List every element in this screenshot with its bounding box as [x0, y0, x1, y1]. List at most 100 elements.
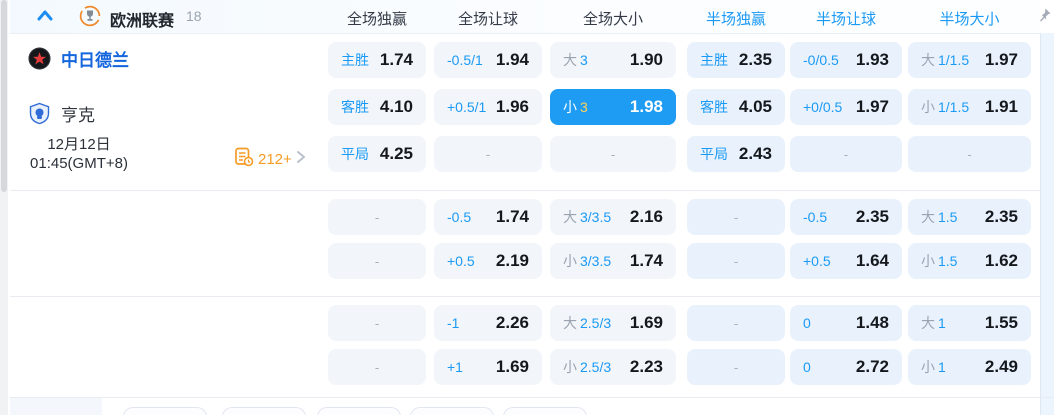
odds-cell-ft-1x2[interactable]: 客胜 4.10: [328, 89, 426, 125]
column-header-ft-1x2: 全场独赢: [346, 11, 407, 28]
empty-odds: -: [967, 146, 972, 162]
odds-cell-ft-handicap[interactable]: -0.5 1.74: [434, 199, 542, 235]
odds-label: 0: [803, 315, 811, 331]
over-under-prefix: 小: [921, 359, 935, 375]
odds-value: 2.35: [738, 50, 772, 69]
odds-label: 客胜: [341, 97, 369, 117]
away-team-name: 亨克: [61, 106, 95, 125]
odds-cell-ft-1x2: -: [328, 243, 426, 279]
odds-cell-ht-ou[interactable]: 大 1/1.5 1.97: [908, 42, 1031, 78]
odds-cell-ht-handicap[interactable]: -0.5 2.35: [790, 199, 902, 235]
odds-cell-ft-handicap[interactable]: +1 1.69: [434, 349, 542, 385]
odds-value: 2.19: [495, 251, 529, 270]
away-team-row[interactable]: 亨克: [28, 101, 95, 126]
odds-value: 4.25: [379, 144, 413, 163]
divider: [10, 296, 1040, 297]
odds-cell-ht-ou[interactable]: 大 1 1.55: [908, 305, 1031, 341]
odds-line: +0/0.5: [803, 99, 843, 115]
odds-line: 3: [580, 99, 588, 115]
odds-cell-ft-handicap[interactable]: +0.5 2.19: [434, 243, 542, 279]
chevron-right-icon: [296, 150, 306, 169]
home-team-badge-icon: [28, 47, 51, 70]
odds-line: 平局: [341, 146, 369, 162]
odds-line: 0: [803, 315, 811, 331]
home-team-row[interactable]: 中日德兰: [28, 46, 129, 71]
partial-chip[interactable]: [503, 407, 587, 415]
partial-chip[interactable]: [317, 407, 401, 415]
over-under-prefix: 小: [921, 253, 935, 269]
odds-cell-ht-1x2: -: [687, 305, 785, 341]
odds-cell-ht-handicap[interactable]: +0/0.5 1.97: [790, 89, 902, 125]
partial-chip[interactable]: [123, 407, 207, 415]
odds-line: -0.5: [447, 209, 472, 225]
chevron-up-icon[interactable]: [36, 8, 54, 24]
odds-cell-ft-ou[interactable]: 小 3 1.98: [550, 89, 676, 125]
odds-cell-ht-ou[interactable]: 小 1 2.49: [908, 349, 1031, 385]
odds-cell-ft-1x2[interactable]: 平局 4.25: [328, 136, 426, 172]
odds-cell-ht-handicap[interactable]: 0 1.48: [790, 305, 902, 341]
odds-value: 1.97: [855, 97, 889, 116]
odds-line: 2.5/3: [580, 359, 612, 375]
partial-chip[interactable]: [222, 407, 306, 415]
more-markets-count: 212+: [258, 151, 292, 168]
empty-odds: -: [374, 315, 380, 331]
away-team-badge-icon: [28, 102, 51, 125]
divider: [10, 190, 1040, 191]
odds-cell-ht-ou[interactable]: 小 1.5 1.62: [908, 243, 1031, 279]
odds-label: +0.5: [447, 253, 475, 269]
scrollbar[interactable]: [0, 0, 8, 415]
odds-line: 3/3.5: [580, 253, 612, 269]
odds-cell-ft-ou[interactable]: 小 3/3.5 1.74: [550, 243, 676, 279]
odds-cell-ht-1x2[interactable]: 平局 2.43: [687, 136, 785, 172]
odds-label: 主胜: [341, 50, 369, 70]
odds-label: 平局: [700, 144, 728, 164]
odds-label: +0/0.5: [803, 99, 842, 115]
odds-line: 3/3.5: [580, 209, 612, 225]
odds-label: 主胜: [700, 50, 728, 70]
over-under-prefix: 大: [921, 52, 935, 68]
markets-icon: [234, 147, 254, 172]
more-markets-link[interactable]: 212+: [234, 147, 306, 172]
odds-cell-ft-ou[interactable]: 小 2.5/3 2.23: [550, 349, 676, 385]
empty-odds: -: [733, 315, 739, 331]
odds-label: -0.5: [447, 209, 471, 225]
over-under-prefix: 大: [563, 52, 577, 68]
odds-cell-ht-handicap: -: [790, 136, 902, 172]
over-under-prefix: 小: [921, 99, 935, 115]
odds-cell-ft-handicap[interactable]: -1 2.26: [434, 305, 542, 341]
odds-cell-ft-handicap[interactable]: -0.5/1 1.94: [434, 42, 542, 78]
odds-label: -0/0.5: [803, 52, 839, 68]
match-time: 01:45(GMT+8): [30, 155, 128, 172]
empty-odds: -: [610, 146, 616, 162]
odds-value: 1.74: [495, 207, 529, 226]
odds-label: 大 1.5: [921, 207, 957, 227]
pin-icon[interactable]: [1036, 7, 1052, 23]
odds-cell-ft-ou[interactable]: 大 2.5/3 1.69: [550, 305, 676, 341]
odds-cell-ht-ou: -: [908, 136, 1031, 172]
odds-cell-ft-ou[interactable]: 大 3/3.5 2.16: [550, 199, 676, 235]
partial-chip[interactable]: [410, 407, 494, 415]
odds-cell-ht-handicap[interactable]: -0/0.5 1.93: [790, 42, 902, 78]
empty-odds: -: [374, 209, 380, 225]
scrollbar-thumb[interactable]: [1, 0, 7, 192]
odds-cell-ht-1x2[interactable]: 主胜 2.35: [687, 42, 785, 78]
odds-cell-ft-ou[interactable]: 大 3 1.90: [550, 42, 676, 78]
odds-label: 小 1/1.5: [921, 97, 969, 117]
odds-label: +0.5/1: [447, 99, 486, 115]
odds-cell-ft-ou: -: [550, 136, 676, 172]
odds-cell-ht-ou[interactable]: 小 1/1.5 1.91: [908, 89, 1031, 125]
odds-cell-ht-handicap[interactable]: 0 2.72: [790, 349, 902, 385]
odds-cell-ht-handicap[interactable]: +0.5 1.64: [790, 243, 902, 279]
odds-cell-ft-1x2: -: [328, 199, 426, 235]
odds-value: 4.10: [379, 97, 413, 116]
europa-league-trophy-icon: [79, 5, 101, 27]
odds-line: -0/0.5: [803, 52, 839, 68]
odds-value: 1.94: [495, 50, 529, 69]
column-header-ht-handicap: 半场让球: [815, 11, 876, 28]
empty-odds: -: [733, 209, 739, 225]
odds-cell-ft-1x2[interactable]: 主胜 1.74: [328, 42, 426, 78]
odds-cell-ft-handicap[interactable]: +0.5/1 1.96: [434, 89, 542, 125]
odds-cell-ht-ou[interactable]: 大 1.5 2.35: [908, 199, 1031, 235]
odds-line: 1.5: [938, 209, 958, 225]
odds-cell-ht-1x2[interactable]: 客胜 4.05: [687, 89, 785, 125]
